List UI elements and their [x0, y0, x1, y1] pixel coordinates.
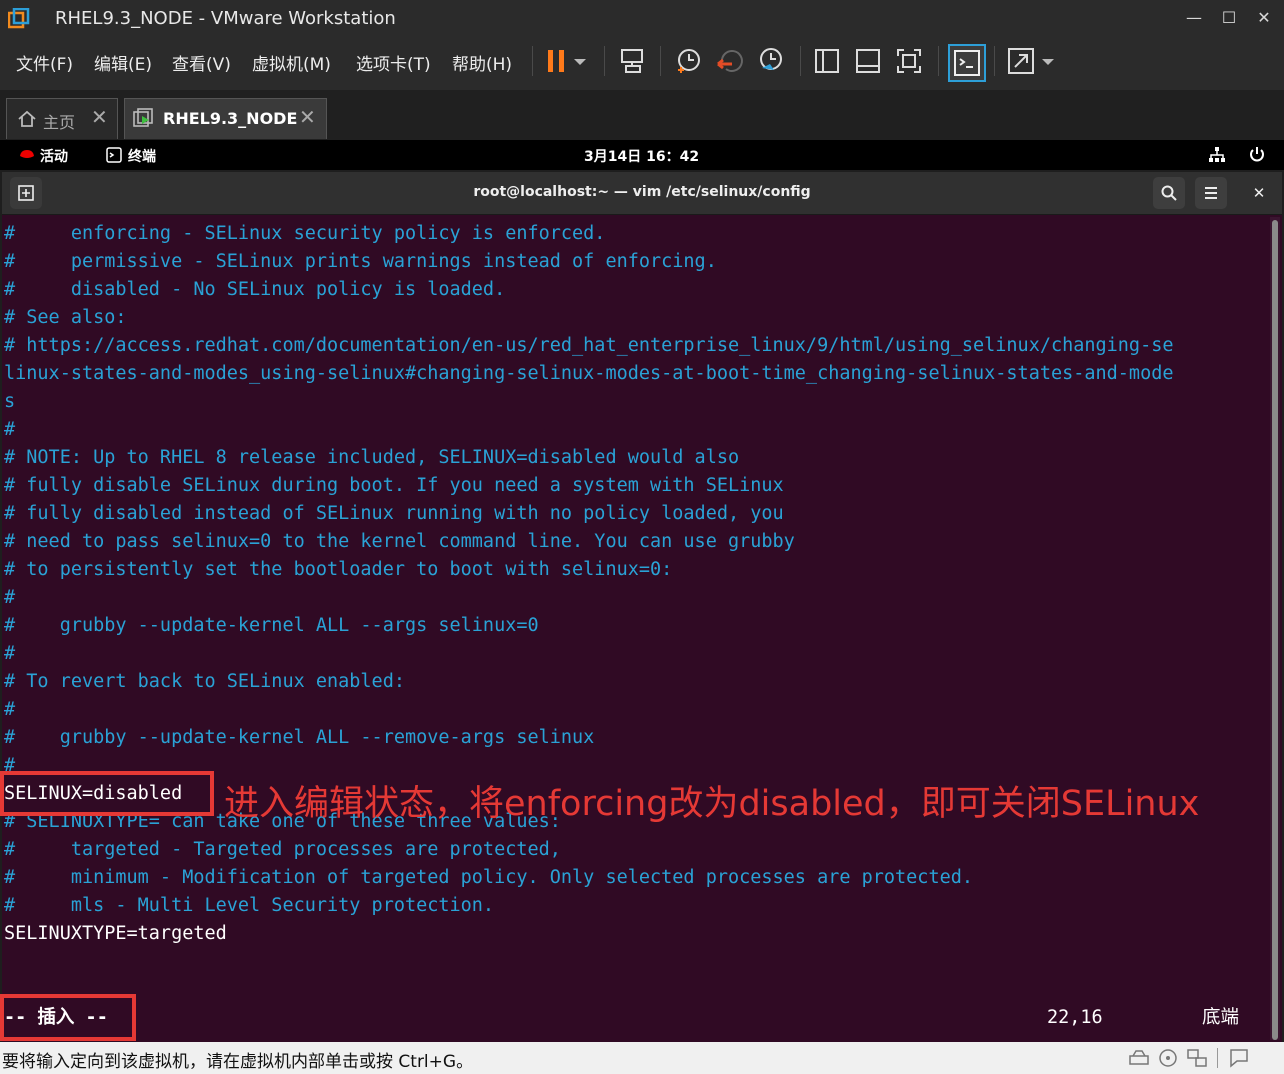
terminal-line: # mls - Multi Level Security protection. [4, 895, 495, 916]
menu-file[interactable]: 文件(F) [16, 50, 73, 75]
send-keys-icon[interactable] [616, 44, 650, 78]
status-text: 要将输入定向到该虚拟机，请在虚拟机内部单击或按 Ctrl+G。 [2, 1052, 474, 1072]
stretch-dropdown-icon[interactable] [1038, 44, 1058, 78]
highlight-insert-mode [0, 994, 136, 1041]
activities-button[interactable]: 活动 [40, 146, 68, 166]
scroll-position: 底端 [1202, 1007, 1240, 1028]
close-icon: ✕ [1252, 184, 1266, 202]
terminal-line: # disabled - No SELinux policy is loaded… [4, 279, 506, 300]
power-icon[interactable] [1248, 146, 1266, 164]
stretch-icon[interactable] [1004, 44, 1038, 78]
tab-bar: 主页 ✕ RHEL9.3_NODE ✕ [0, 90, 1284, 140]
terminal-line: # fully disable SELinux during boot. If … [4, 475, 784, 496]
title-bar: RHEL9.3_NODE - VMware Workstation — ☐ ✕ [0, 0, 1284, 36]
terminal-line: s [4, 391, 16, 412]
thumbnail-icon[interactable] [851, 44, 885, 78]
close-icon[interactable]: ✕ [299, 105, 316, 129]
terminal-line: # [4, 419, 16, 440]
vmware-logo-icon [8, 8, 30, 29]
menu-help[interactable]: 帮助(H) [452, 50, 512, 75]
gnome-top-bar: 活动 终端 3月14日 16：42 [0, 140, 1284, 170]
status-bar: 要将输入定向到该虚拟机，请在虚拟机内部单击或按 Ctrl+G。 [0, 1042, 1284, 1074]
app-menu[interactable]: 终端 [128, 146, 156, 166]
terminal-line: # See also: [4, 307, 127, 328]
terminal-line: # permissive - SELinux prints warnings i… [4, 251, 717, 272]
terminal-app-icon [106, 147, 122, 163]
snapshot-manager-icon[interactable] [754, 44, 788, 78]
terminal-line: # grubby --update-kernel ALL --remove-ar… [4, 727, 595, 748]
pause-icon[interactable] [540, 44, 574, 78]
redhat-logo-icon [20, 150, 34, 158]
highlight-selinux-line [0, 771, 214, 816]
terminal-line: # targeted - Targeted processes are prot… [4, 839, 561, 860]
maximize-button[interactable]: ☐ [1215, 6, 1243, 30]
menu-edit[interactable]: 编辑(E) [94, 50, 152, 75]
tab-home-label: 主页 [43, 113, 76, 132]
hamburger-icon [1205, 187, 1217, 199]
search-button[interactable] [1153, 177, 1185, 209]
terminal-line: # minimum - Modification of targeted pol… [4, 867, 974, 888]
terminal-title: root@localhost:~ — vim /etc/selinux/conf… [473, 184, 811, 200]
terminal-line: # https://access.redhat.com/documentatio… [4, 335, 1174, 356]
terminal-line: SELINUXTYPE=targeted [4, 923, 227, 944]
cursor-position: 22,16 [1047, 1007, 1103, 1028]
annotation-text: 进入编辑状态，将enforcing改为disabled，即可关闭SELinux [224, 784, 1200, 824]
clock[interactable]: 3月14日 16：42 [584, 146, 699, 166]
terminal-line: # enforcing - SELinux security policy is… [4, 223, 606, 244]
vm-icon [133, 108, 153, 127]
terminal-close-button[interactable]: ✕ [1243, 177, 1275, 209]
terminal-content[interactable]: # enforcing - SELinux security policy is… [2, 215, 1268, 1042]
hard-disk-icon[interactable] [1128, 1048, 1150, 1068]
terminal-header-bar: root@localhost:~ — vim /etc/selinux/conf… [2, 172, 1282, 215]
home-icon [18, 110, 36, 127]
terminal-line: # to persistently set the bootloader to … [4, 559, 673, 580]
scrollbar-thumb[interactable] [1272, 220, 1278, 1040]
fullscreen-icon[interactable] [892, 44, 926, 78]
minimize-button[interactable]: — [1180, 6, 1208, 30]
terminal-line: # fully disabled instead of SELinux runn… [4, 503, 784, 524]
message-icon[interactable] [1228, 1048, 1250, 1068]
library-icon[interactable] [810, 44, 844, 78]
menu-view[interactable]: 查看(V) [172, 50, 231, 75]
terminal-line: # NOTE: Up to RHEL 8 release included, S… [4, 447, 740, 468]
terminal-line: # [4, 699, 16, 720]
menu-button[interactable] [1195, 177, 1227, 209]
window-title: RHEL9.3_NODE - VMware Workstation [55, 8, 396, 29]
terminal-line: # grubby --update-kernel ALL --args seli… [4, 615, 539, 636]
tab-vm[interactable]: RHEL9.3_NODE ✕ [124, 98, 327, 139]
network-icon[interactable] [1208, 146, 1226, 164]
close-button[interactable]: ✕ [1250, 6, 1278, 30]
terminal-window: root@localhost:~ — vim /etc/selinux/conf… [2, 172, 1282, 1042]
terminal-line: # [4, 587, 16, 608]
cd-dvd-icon[interactable] [1157, 1048, 1179, 1068]
console-icon[interactable] [948, 44, 986, 82]
terminal-line: # need to pass selinux=0 to the kernel c… [4, 531, 795, 552]
network-adapter-icon[interactable] [1186, 1048, 1208, 1068]
tab-home[interactable]: 主页 ✕ [6, 98, 118, 139]
revert-snapshot-icon[interactable] [714, 44, 748, 78]
terminal-line: # [4, 643, 16, 664]
menu-tabs[interactable]: 选项卡(T) [356, 50, 431, 75]
menu-vm[interactable]: 虚拟机(M) [252, 50, 331, 75]
dropdown-icon[interactable] [570, 44, 590, 78]
search-icon [1161, 185, 1177, 201]
terminal-line: linux-states-and-modes_using-selinux#cha… [4, 363, 1174, 384]
tab-vm-label: RHEL9.3_NODE [163, 109, 298, 128]
snapshot-icon[interactable] [672, 44, 706, 78]
close-icon[interactable]: ✕ [91, 105, 108, 129]
terminal-line: # To revert back to SELinux enabled: [4, 671, 405, 692]
